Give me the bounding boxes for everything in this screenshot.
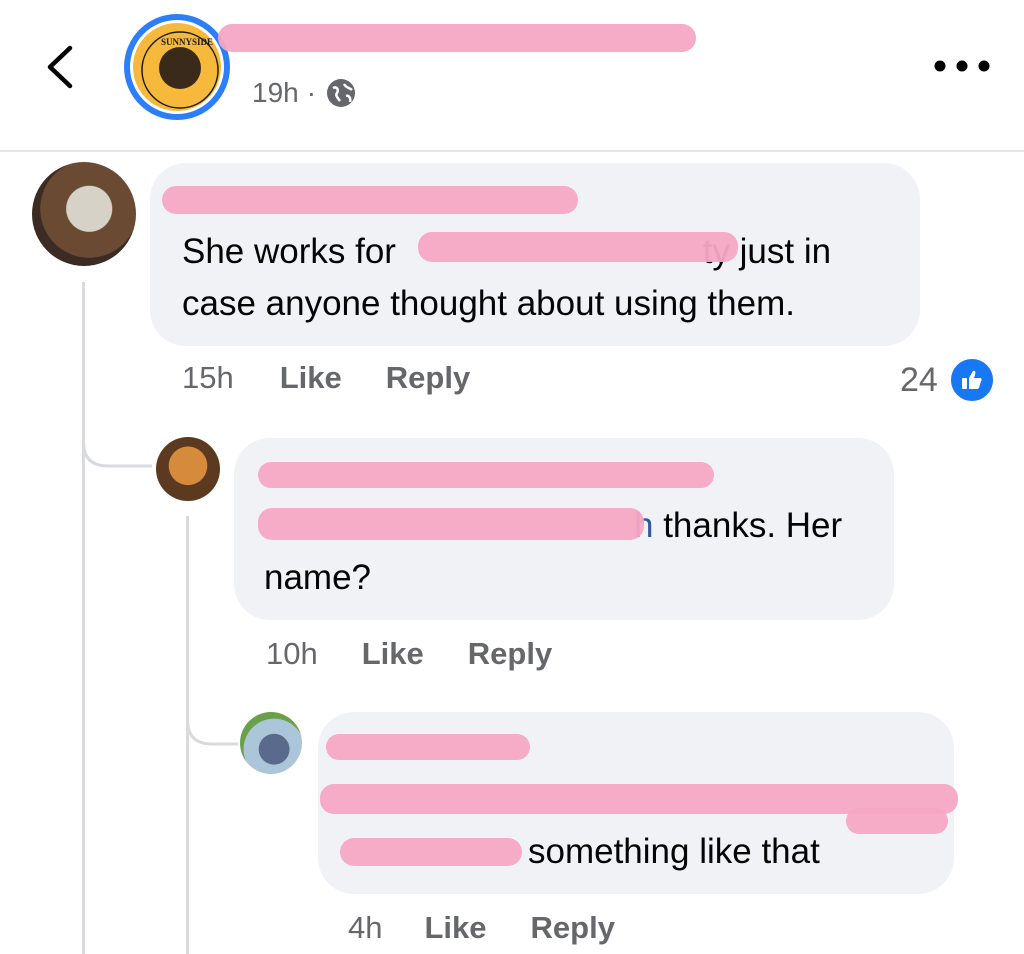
reaction-summary[interactable]: 24 (900, 356, 996, 404)
nested-reply-avatar[interactable] (240, 712, 302, 774)
redaction (218, 24, 696, 52)
meta-separator: · (306, 77, 317, 108)
back-button[interactable] (40, 42, 84, 92)
reply-button[interactable]: Reply (468, 636, 552, 672)
more-icon (934, 60, 990, 72)
page-logo: SUNNYSIDE (130, 20, 224, 114)
reply-button[interactable]: Reply (386, 360, 470, 396)
redaction (418, 232, 738, 262)
redaction (258, 462, 714, 488)
like-button[interactable]: Like (280, 360, 342, 396)
redaction (326, 734, 530, 760)
comment-text: She works for (182, 232, 406, 271)
redaction (258, 508, 644, 540)
redaction (340, 838, 522, 866)
reply-text: name? (264, 558, 372, 597)
nested-reply-time[interactable]: 4h (348, 910, 382, 946)
page-avatar[interactable]: SUNNYSIDE (124, 14, 230, 120)
reply-avatar[interactable] (156, 437, 220, 501)
post-header: SUNNYSIDE 19h · (0, 0, 1024, 152)
like-button[interactable]: Like (424, 910, 486, 946)
thread-line (82, 282, 85, 954)
thumbs-up-glyph (961, 370, 982, 389)
comment-text: case anyone thought about using them. (182, 284, 795, 323)
reply-button[interactable]: Reply (531, 910, 615, 946)
thread-connector (82, 420, 152, 468)
nested-reply-actions: 4h Like Reply (348, 910, 615, 946)
dog-logo-icon (159, 47, 201, 89)
chevron-left-icon (47, 45, 73, 89)
redaction (846, 808, 948, 834)
more-options-button[interactable] (930, 50, 994, 80)
like-button[interactable]: Like (362, 636, 424, 672)
comment-time[interactable]: 15h (182, 360, 234, 396)
thread-connector-nested (186, 700, 238, 746)
post-timestamp[interactable]: 19h (252, 77, 299, 109)
thumbs-up-icon (947, 356, 996, 404)
nested-reply-text: something like that (528, 832, 820, 871)
logo-text: SUNNYSIDE (161, 37, 213, 47)
redaction (162, 186, 578, 214)
reply-text: thanks. Her (653, 506, 843, 545)
reaction-count: 24 (900, 360, 938, 399)
comment-actions: 15h Like Reply (182, 360, 470, 396)
post-meta: 19h · (252, 76, 358, 110)
globe-icon[interactable] (324, 76, 358, 110)
reply-actions: 10h Like Reply (266, 636, 552, 672)
reply-time[interactable]: 10h (266, 636, 318, 672)
commenter-avatar[interactable] (32, 162, 136, 266)
